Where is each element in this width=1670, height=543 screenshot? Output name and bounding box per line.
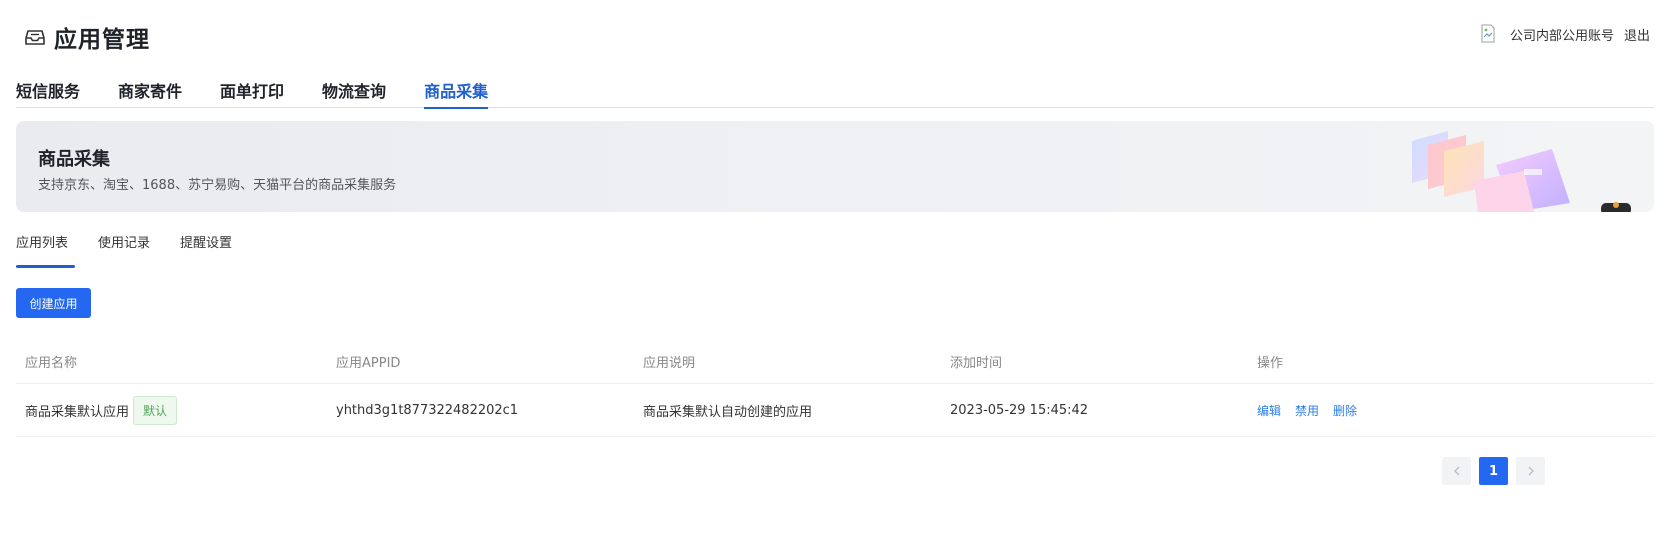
edit-link[interactable]: 编辑 xyxy=(1257,402,1281,419)
header-app-id: 应用APPID xyxy=(336,356,401,371)
tab-merchant-shipping[interactable]: 商家寄件 xyxy=(118,78,182,108)
user-area: 公司内部公用账号 退出 xyxy=(1480,24,1650,44)
user-name: 公司内部公用账号 xyxy=(1509,28,1614,44)
tab-usage-records[interactable]: 使用记录 xyxy=(98,232,150,268)
page-title: 应用管理 xyxy=(54,27,150,53)
app-header: 应用管理 公司内部公用账号 退出 xyxy=(0,0,1670,70)
tab-logistics-query[interactable]: 物流查询 xyxy=(322,78,386,108)
app-id: yhthd3g1t877322482202c1 xyxy=(336,402,519,418)
title-area: 应用管理 xyxy=(24,20,150,54)
tab-product-collection[interactable]: 商品采集 xyxy=(424,78,489,109)
banner-title: 商品采集 xyxy=(38,149,110,170)
tab-reminder-settings[interactable]: 提醒设置 xyxy=(180,232,232,268)
disable-link[interactable]: 禁用 xyxy=(1295,402,1319,419)
chevron-left-icon xyxy=(1453,466,1459,476)
header-actions: 操作 xyxy=(1257,356,1284,371)
next-page-button[interactable] xyxy=(1516,457,1545,485)
chevron-right-icon xyxy=(1528,466,1534,476)
added-time: 2023-05-29 15:45:42 xyxy=(950,402,1089,418)
service-banner: 商品采集 支持京东、淘宝、1688、苏宁易购、天猫平台的商品采集服务 xyxy=(16,121,1654,212)
row-actions: 编辑 禁用 删除 xyxy=(1257,402,1371,419)
sub-tabs: 应用列表 使用记录 提醒设置 xyxy=(16,232,262,268)
header-app-description: 应用说明 xyxy=(643,356,696,371)
delete-link[interactable]: 删除 xyxy=(1333,402,1357,419)
create-app-button[interactable]: 创建应用 xyxy=(16,288,91,318)
prev-page-button[interactable] xyxy=(1442,457,1471,485)
table-header: 应用名称 应用APPID 应用说明 添加时间 操作 xyxy=(16,340,1654,384)
tab-sms-service[interactable]: 短信服务 xyxy=(16,78,80,108)
header-app-name: 应用名称 xyxy=(25,356,78,371)
table-row: 商品采集默认应用 默认 yhthd3g1t877322482202c1 商品采集… xyxy=(16,384,1654,437)
default-badge: 默认 xyxy=(133,395,178,425)
header-added-time: 添加时间 xyxy=(950,356,1003,371)
app-table: 应用名称 应用APPID 应用说明 添加时间 操作 商品采集默认应用 默认 yh… xyxy=(16,340,1654,437)
pagination: 1 xyxy=(1442,457,1553,485)
banner-illustration xyxy=(1412,131,1631,212)
app-description: 商品采集默认自动创建的应用 xyxy=(643,404,813,420)
app-name-cell: 商品采集默认应用 默认 xyxy=(25,395,178,425)
broken-image-icon xyxy=(1481,24,1495,43)
service-tabs: 短信服务 商家寄件 面单打印 物流查询 商品采集 xyxy=(16,78,1654,109)
avatar[interactable] xyxy=(1480,24,1496,44)
tab-app-list[interactable]: 应用列表 xyxy=(16,232,76,268)
logout-link[interactable]: 退出 xyxy=(1624,25,1650,44)
page-number-button[interactable]: 1 xyxy=(1479,457,1508,485)
app-name: 商品采集默认应用 xyxy=(25,404,130,420)
inbox-icon xyxy=(25,30,45,45)
banner-subtitle: 支持京东、淘宝、1688、苏宁易购、天猫平台的商品采集服务 xyxy=(38,178,397,193)
tab-waybill-print[interactable]: 面单打印 xyxy=(220,78,284,108)
